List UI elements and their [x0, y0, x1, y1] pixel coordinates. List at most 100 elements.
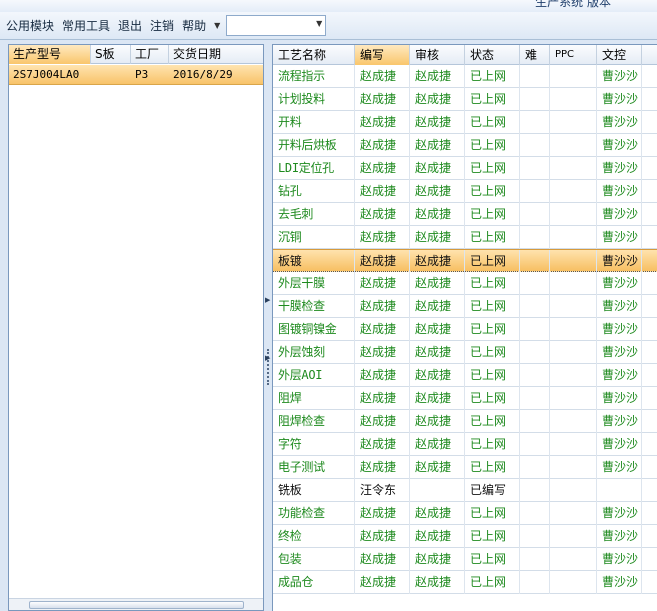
table-row[interactable]: 干膜检查 赵成捷 赵成捷 已上网 曹沙沙	[273, 295, 657, 318]
cell-difficulty	[520, 548, 550, 571]
col-header-ppc[interactable]: PPC	[550, 45, 597, 65]
menu-logout[interactable]: 注销	[146, 13, 178, 39]
cell-process: 电子测试	[273, 456, 355, 479]
cell-process: 去毛刺	[273, 203, 355, 226]
cell-process: 阻焊检查	[273, 410, 355, 433]
cell-ppc	[550, 410, 597, 433]
table-row[interactable]: 电子测试 赵成捷 赵成捷 已上网 曹沙沙	[273, 456, 657, 479]
col-header-status[interactable]: 状态	[465, 45, 520, 65]
menu-exit[interactable]: 退出	[114, 13, 146, 39]
cell-difficulty	[520, 318, 550, 341]
process-grid: 工艺名称 编写 审核 状态 难 PPC 文控 流程指示 赵成捷 赵成捷 已上网 曹沙沙计…	[272, 44, 657, 611]
table-row[interactable]: 功能检查 赵成捷 赵成捷 已上网 曹沙沙	[273, 502, 657, 525]
arrow-right-icon[interactable]: ▶	[265, 296, 270, 304]
col-header-delivery-date[interactable]: 交货日期	[169, 45, 265, 64]
table-row[interactable]: 流程指示 赵成捷 赵成捷 已上网 曹沙沙	[273, 65, 657, 88]
cell-process: 开料	[273, 111, 355, 134]
table-row[interactable]: 去毛刺 赵成捷 赵成捷 已上网 曹沙沙	[273, 203, 657, 226]
table-row[interactable]: 外层AOI 赵成捷 赵成捷 已上网 曹沙沙	[273, 364, 657, 387]
table-row[interactable]: 终检 赵成捷 赵成捷 已上网 曹沙沙	[273, 525, 657, 548]
cell-ppc	[550, 479, 597, 502]
cell-reviewer: 赵成捷	[410, 525, 465, 548]
cell-doc-control: 曹沙沙	[597, 410, 642, 433]
cell-author: 赵成捷	[355, 203, 410, 226]
table-row[interactable]: 铣板 汪令东 已编写	[273, 479, 657, 502]
cell-author: 赵成捷	[355, 548, 410, 571]
cell-process: 开料后烘板	[273, 134, 355, 157]
cell-factory: P3	[135, 68, 149, 81]
table-row[interactable]: 阻焊 赵成捷 赵成捷 已上网 曹沙沙	[273, 387, 657, 410]
cell-difficulty	[520, 226, 550, 249]
chevron-down-icon[interactable]: ▼	[214, 21, 220, 30]
cell-ppc	[550, 571, 597, 594]
table-row[interactable]: 计划投料 赵成捷 赵成捷 已上网 曹沙沙	[273, 88, 657, 111]
cell-difficulty	[520, 387, 550, 410]
menubar: 公用模块 常用工具 退出 注销 帮助 ▼ ▼	[0, 12, 657, 40]
table-row[interactable]: 外层干膜 赵成捷 赵成捷 已上网 曹沙沙	[273, 272, 657, 295]
cell-ppc	[550, 250, 597, 273]
cell-difficulty	[520, 111, 550, 134]
table-row[interactable]: 板镀 赵成捷 赵成捷 已上网 曹沙沙	[273, 249, 657, 273]
cell-status: 已上网	[465, 134, 520, 157]
cell-doc-control: 曹沙沙	[597, 226, 642, 249]
table-row[interactable]: 外层蚀刻 赵成捷 赵成捷 已上网 曹沙沙	[273, 341, 657, 364]
table-row[interactable]: LDI定位孔 赵成捷 赵成捷 已上网 曹沙沙	[273, 157, 657, 180]
cell-reviewer: 赵成捷	[410, 571, 465, 594]
cell-reviewer: 赵成捷	[410, 203, 465, 226]
cell-author: 赵成捷	[355, 410, 410, 433]
menu-combo-box[interactable]: ▼	[226, 15, 327, 36]
arrow-right-icon[interactable]: ▶	[265, 354, 270, 362]
menu-common-tools[interactable]: 常用工具	[58, 13, 114, 39]
cell-status: 已编写	[465, 479, 520, 502]
cell-reviewer: 赵成捷	[410, 548, 465, 571]
cell-status: 已上网	[465, 387, 520, 410]
panel-splitter[interactable]: ▶ ▶	[264, 44, 272, 611]
table-row[interactable]: 沉铜 赵成捷 赵成捷 已上网 曹沙沙	[273, 226, 657, 249]
col-header-model[interactable]: 生产型号	[9, 45, 91, 64]
cell-author: 赵成捷	[355, 180, 410, 203]
table-row[interactable]: 字符 赵成捷 赵成捷 已上网 曹沙沙	[273, 433, 657, 456]
table-row[interactable]: 钻孔 赵成捷 赵成捷 已上网 曹沙沙	[273, 180, 657, 203]
table-row[interactable]: 包装 赵成捷 赵成捷 已上网 曹沙沙	[273, 548, 657, 571]
cell-author: 赵成捷	[355, 318, 410, 341]
cell-ppc	[550, 387, 597, 410]
table-row[interactable]: 开料后烘板 赵成捷 赵成捷 已上网 曹沙沙	[273, 134, 657, 157]
horizontal-scrollbar[interactable]	[9, 598, 263, 610]
table-row[interactable]: 2S7J004LA0 P3 2016/8/29	[9, 65, 263, 85]
col-header-difficulty[interactable]: 难	[520, 45, 550, 65]
cell-status: 已上网	[465, 88, 520, 111]
chevron-down-icon[interactable]: ▼	[316, 19, 322, 28]
cell-status: 已上网	[465, 250, 520, 273]
menu-common-modules[interactable]: 公用模块	[2, 13, 58, 39]
menu-help[interactable]: 帮助	[178, 13, 210, 39]
table-row[interactable]: 成品仓 赵成捷 赵成捷 已上网 曹沙沙	[273, 571, 657, 594]
cell-reviewer: 赵成捷	[410, 502, 465, 525]
scrollbar-thumb[interactable]	[29, 601, 244, 609]
cell-reviewer: 赵成捷	[410, 250, 465, 273]
cell-doc-control: 曹沙沙	[597, 364, 642, 387]
cell-status: 已上网	[465, 295, 520, 318]
cell-difficulty	[520, 571, 550, 594]
cell-reviewer: 赵成捷	[410, 295, 465, 318]
table-row[interactable]: 图镀铜镍金 赵成捷 赵成捷 已上网 曹沙沙	[273, 318, 657, 341]
cell-doc-control: 曹沙沙	[597, 525, 642, 548]
cell-status: 已上网	[465, 226, 520, 249]
cell-process: 终检	[273, 525, 355, 548]
col-header-process[interactable]: 工艺名称	[273, 45, 355, 65]
col-header-doc-control[interactable]: 文控	[597, 45, 642, 65]
col-header-reviewer[interactable]: 审核	[410, 45, 465, 65]
table-row[interactable]: 阻焊检查 赵成捷 赵成捷 已上网 曹沙沙	[273, 410, 657, 433]
cell-reviewer: 赵成捷	[410, 318, 465, 341]
col-header-factory[interactable]: 工厂	[131, 45, 169, 64]
cell-ppc	[550, 203, 597, 226]
col-header-author[interactable]: 编写	[355, 45, 410, 65]
cell-reviewer: 赵成捷	[410, 272, 465, 295]
table-row[interactable]: 开料 赵成捷 赵成捷 已上网 曹沙沙	[273, 111, 657, 134]
cell-process: 外层AOI	[273, 364, 355, 387]
cell-difficulty	[520, 341, 550, 364]
cell-difficulty	[520, 88, 550, 111]
cell-process: 功能检查	[273, 502, 355, 525]
col-header-s-board[interactable]: S板	[91, 45, 131, 64]
cell-ppc	[550, 226, 597, 249]
cell-difficulty	[520, 479, 550, 502]
